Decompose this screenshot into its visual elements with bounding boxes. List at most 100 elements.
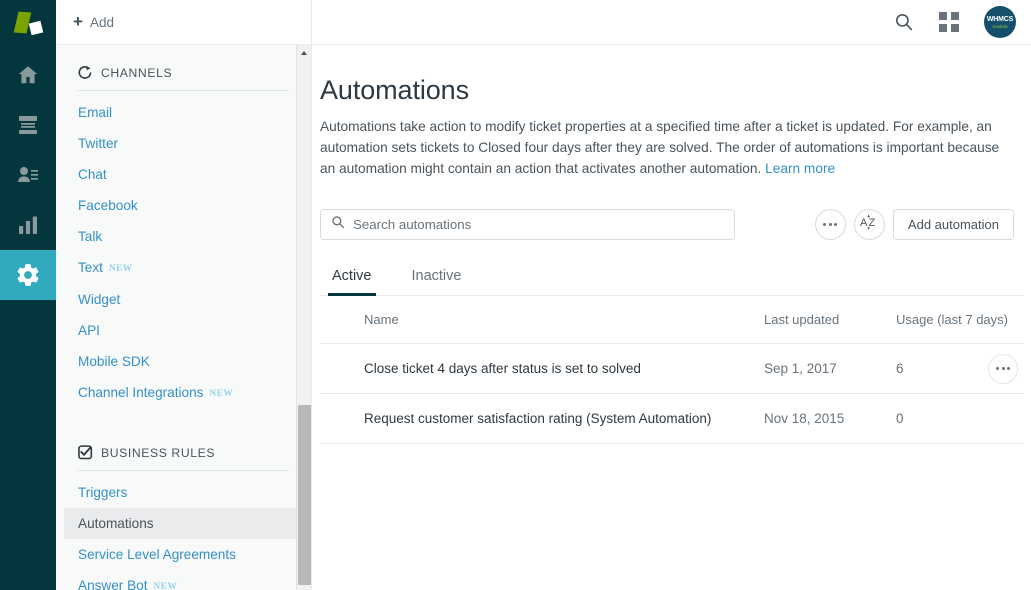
ellipsis-icon	[823, 223, 838, 226]
sidebar-scroll-area: CHANNELS Email Twitter Chat Facebook Tal…	[56, 45, 311, 590]
app-root: + Add CHANNELS Email Twitter Chat Facebo…	[0, 0, 1031, 590]
sidebar-item-label: Text	[78, 260, 103, 275]
add-automation-button[interactable]: Add automation	[892, 209, 1014, 240]
cell-name: Request customer satisfaction rating (Sy…	[364, 411, 712, 426]
options-ellipsis-button[interactable]	[814, 209, 846, 240]
status-tabs: Active Inactive	[320, 268, 1024, 296]
sidebar-item-triggers[interactable]: Triggers	[56, 477, 311, 508]
sidebar-section-title: CHANNELS	[101, 65, 173, 80]
sidebar-item-label: Twitter	[78, 136, 119, 151]
table-row[interactable]: Request customer satisfaction rating (Sy…	[320, 394, 1024, 444]
avatar[interactable]: WHMCS zendesk	[984, 6, 1016, 38]
search-icon	[331, 215, 345, 234]
rail-item-admin[interactable]	[0, 250, 56, 300]
sidebar-item-label: API	[78, 323, 100, 338]
toolbar: A Z Add automation	[320, 209, 1014, 240]
main-content: WHMCS zendesk Automations Automations ta…	[312, 0, 1031, 590]
views-icon	[17, 113, 39, 137]
sidebar-item-label: Chat	[78, 167, 107, 182]
avatar-sub-text: zendesk	[992, 23, 1008, 29]
table-header-row: Name Last updated Usage (last 7 days)	[320, 296, 1024, 344]
new-badge: NEW	[209, 388, 234, 398]
page-title: Automations	[320, 75, 469, 105]
add-button-label: Add	[89, 14, 114, 30]
sidebar-item-chat[interactable]: Chat	[56, 159, 311, 190]
sidebar-item-widget[interactable]: Widget	[56, 284, 311, 315]
sidebar-item-twitter[interactable]: Twitter	[56, 128, 311, 159]
table-row[interactable]: Close ticket 4 days after status is set …	[320, 344, 1024, 394]
search-automations-box[interactable]	[320, 209, 735, 240]
new-badge: NEW	[108, 263, 133, 273]
gear-icon	[15, 262, 41, 288]
reporting-icon	[16, 213, 40, 237]
automations-table: Name Last updated Usage (last 7 days) Cl…	[320, 296, 1024, 444]
apps-grid-icon[interactable]	[939, 12, 959, 32]
home-icon	[16, 63, 40, 87]
sidebar-item-label: Channel Integrations	[78, 385, 204, 400]
search-icon[interactable]	[894, 12, 914, 32]
row-options-button[interactable]	[988, 353, 1018, 384]
zendesk-logo[interactable]	[0, 0, 56, 48]
page-description-text: Automations take action to modify ticket…	[320, 119, 1000, 176]
sidebar-section-channels-header: CHANNELS	[56, 45, 311, 80]
primary-nav-rail	[0, 0, 56, 590]
sidebar-section-title: BUSINESS RULES	[101, 445, 216, 460]
sidebar-item-mobile-sdk[interactable]: Mobile SDK	[56, 346, 311, 377]
avatar-brand-text: WHMCS	[986, 15, 1014, 23]
sidebar-item-text[interactable]: Text NEW	[56, 252, 311, 284]
sidebar-section-business-rules-header: BUSINESS RULES	[56, 425, 311, 460]
add-button[interactable]: + Add	[73, 13, 114, 31]
sidebar-item-label: Answer Bot	[78, 578, 148, 590]
learn-more-link[interactable]: Learn more	[765, 161, 835, 176]
svg-text:A: A	[860, 217, 868, 229]
sidebar-item-label: Email	[78, 105, 112, 120]
tab-inactive[interactable]: Inactive	[408, 268, 466, 295]
sidebar-item-label: Triggers	[78, 485, 128, 500]
sidebar-item-label: Facebook	[78, 198, 138, 213]
sidebar-item-facebook[interactable]: Facebook	[56, 190, 311, 221]
cell-usage: 6	[896, 361, 904, 376]
sidebar-item-label: Widget	[78, 292, 121, 307]
rail-item-customers[interactable]	[0, 150, 56, 200]
scrollbar-thumb[interactable]	[298, 405, 311, 585]
sidebar-item-service-level-agreements[interactable]: Service Level Agreements	[56, 539, 311, 570]
sidebar-item-talk[interactable]: Talk	[56, 221, 311, 252]
sidebar-item-label: Mobile SDK	[78, 354, 150, 369]
logo-white-shape	[28, 20, 44, 36]
page-description: Automations take action to modify ticket…	[320, 116, 1008, 179]
sidebar-item-label: Talk	[78, 229, 103, 244]
page-content: Automations Automations take action to m…	[312, 45, 1031, 444]
rail-item-reporting[interactable]	[0, 200, 56, 250]
sidebar-business-rules-list: Triggers Automations Service Level Agree…	[56, 471, 311, 590]
sidebar-channels-list: Email Twitter Chat Facebook Talk Text NEW…	[56, 91, 311, 409]
new-badge: NEW	[153, 581, 178, 590]
admin-sidebar: + Add CHANNELS Email Twitter Chat Facebo…	[56, 0, 312, 590]
sidebar-item-automations[interactable]: Automations	[64, 508, 303, 539]
top-bar: WHMCS zendesk	[312, 0, 1031, 45]
cell-last-updated: Sep 1, 2017	[764, 361, 837, 376]
column-header-last-updated: Last updated	[764, 312, 840, 327]
sidebar-item-channel-integrations[interactable]: Channel Integrations NEW	[56, 377, 311, 409]
sidebar-top-strip: + Add	[56, 0, 311, 45]
ellipsis-icon	[996, 367, 1010, 370]
business-rules-icon	[78, 445, 93, 460]
tab-active[interactable]: Active	[328, 268, 376, 296]
column-header-name: Name	[364, 312, 399, 327]
scrollbar-up-arrow-icon[interactable]	[297, 45, 312, 60]
sidebar-item-email[interactable]: Email	[56, 97, 311, 128]
svg-text:Z: Z	[869, 217, 876, 229]
customers-icon	[16, 163, 40, 187]
rail-item-home[interactable]	[0, 50, 56, 100]
cell-last-updated: Nov 18, 2015	[764, 411, 845, 426]
sidebar-item-answer-bot[interactable]: Answer Bot NEW	[56, 570, 311, 590]
column-header-usage: Usage (last 7 days)	[896, 312, 1008, 327]
search-input[interactable]	[353, 217, 724, 232]
sidebar-item-label: Service Level Agreements	[78, 547, 236, 562]
cell-name: Close ticket 4 days after status is set …	[364, 361, 641, 376]
rail-item-views[interactable]	[0, 100, 56, 150]
sidebar-item-api[interactable]: API	[56, 315, 311, 346]
sidebar-scrollbar[interactable]	[296, 45, 311, 590]
sort-az-icon: A Z	[858, 212, 880, 237]
channels-icon	[78, 65, 93, 80]
sort-alphabetical-button[interactable]: A Z	[853, 209, 885, 240]
